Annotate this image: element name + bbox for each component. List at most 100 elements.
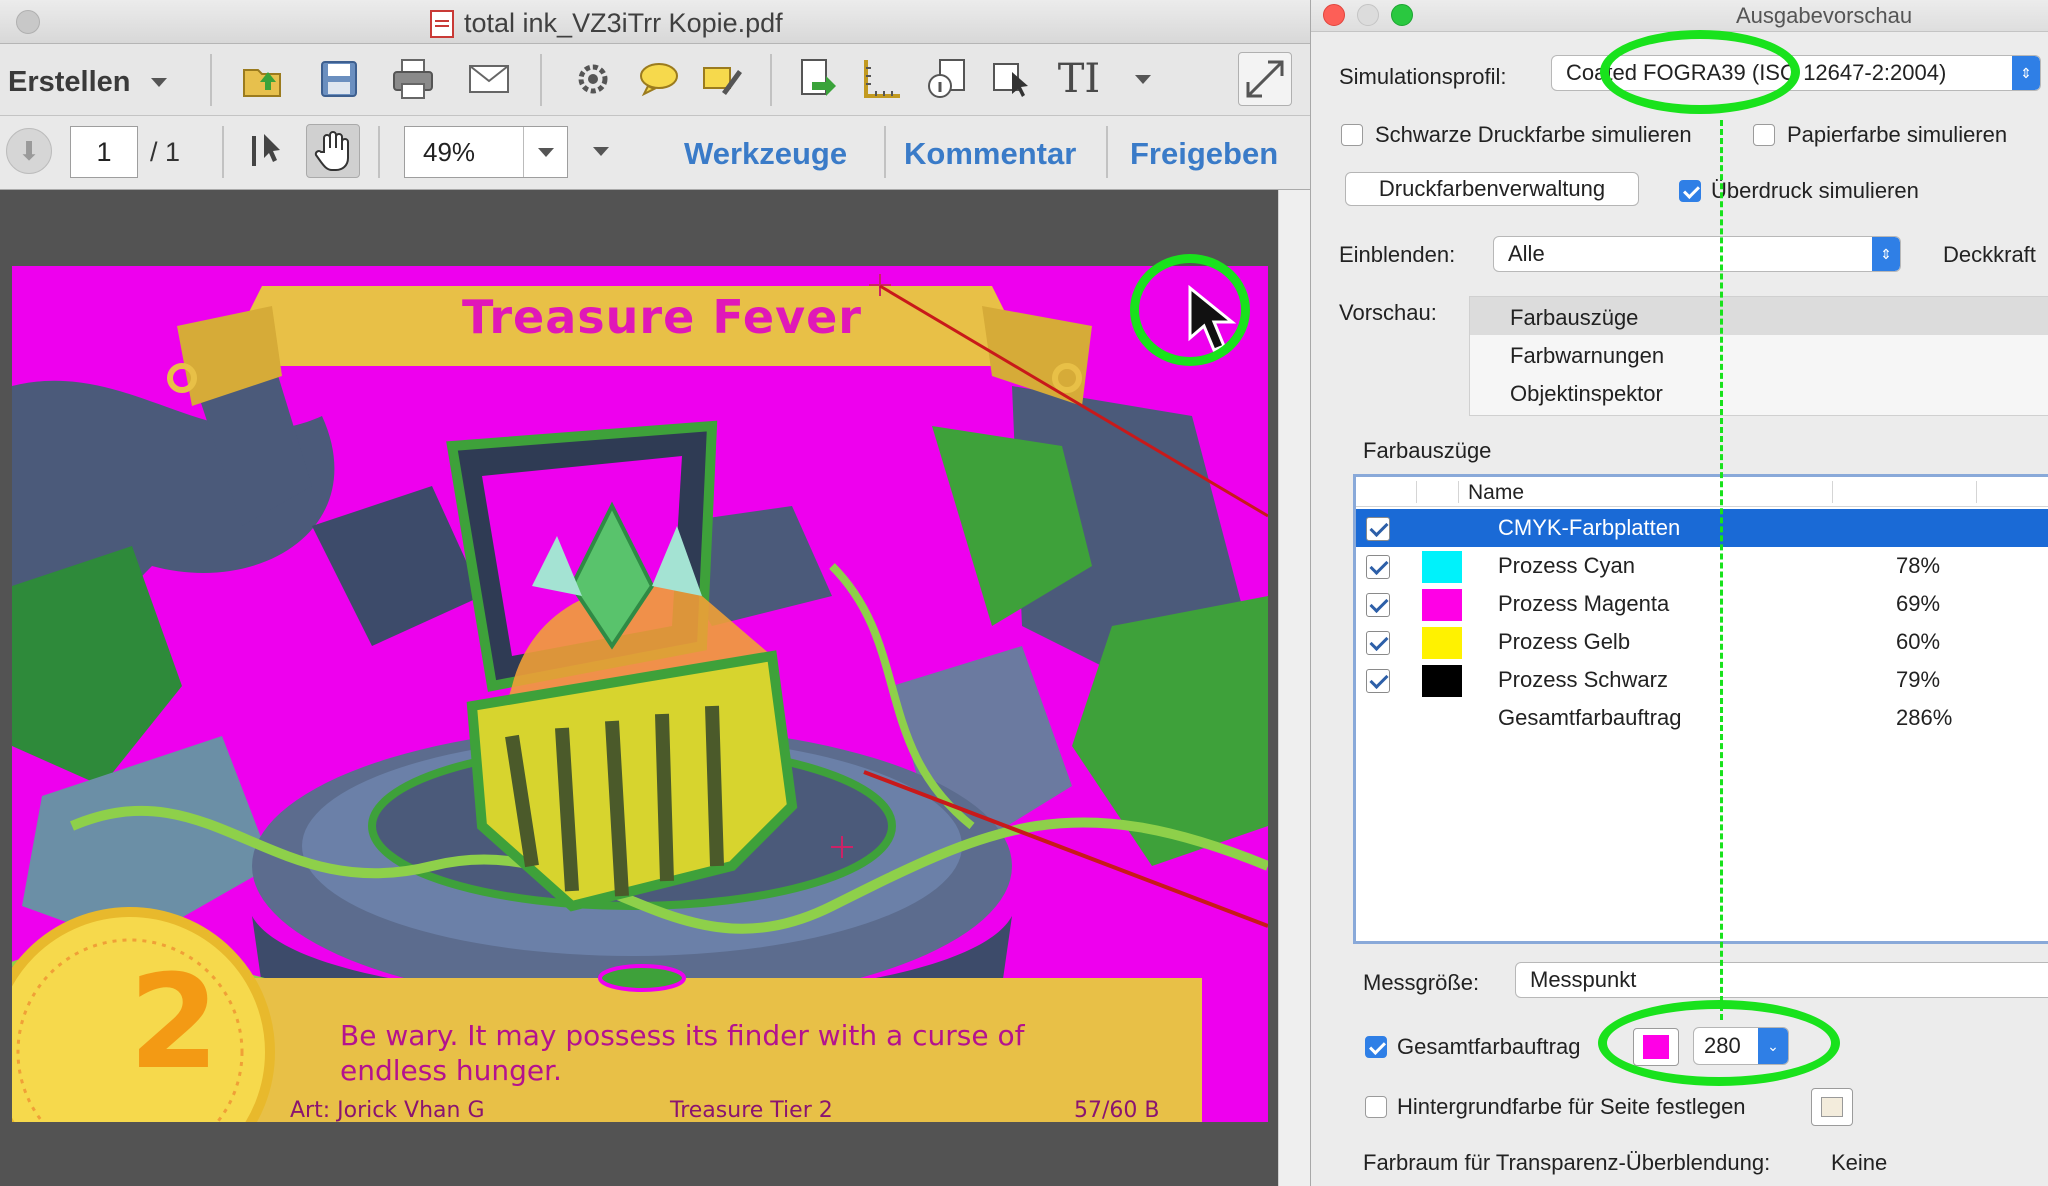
measure-icon[interactable] [854, 52, 908, 106]
vertical-scrollbar[interactable] [1278, 190, 1310, 1186]
row-checkbox[interactable] [1366, 555, 1390, 579]
column-divider [1458, 481, 1459, 503]
document-title-text: total ink_VZ3iTrr Kopie.pdf [464, 8, 783, 38]
select-icon[interactable] [986, 52, 1040, 106]
table-row[interactable]: CMYK-Farbplatten [1356, 509, 2048, 547]
toolbar-divider [222, 126, 224, 178]
text-tool-icon[interactable]: TI [1052, 52, 1106, 106]
main-toolbar: Erstellen TI [0, 44, 1310, 116]
simulate-black-label: Schwarze Druckfarbe simulieren [1375, 122, 1692, 147]
separation-name: Prozess Cyan [1498, 553, 1635, 578]
comment-panel-button[interactable]: Kommentar [904, 136, 1076, 172]
open-icon[interactable] [236, 52, 290, 106]
separation-percent: 60% [1896, 629, 1941, 654]
row-checkbox[interactable] [1366, 517, 1390, 541]
background-color-button[interactable] [1811, 1088, 1853, 1126]
card-number: 57/60 B [1074, 1098, 1160, 1122]
card-tier: Treasure Tier 2 [670, 1098, 833, 1122]
preview-item-warnings[interactable]: Farbwarnungen [1510, 343, 1664, 369]
toolbar-divider [378, 126, 380, 178]
row-checkbox[interactable] [1366, 631, 1390, 655]
preview-mode-list[interactable]: Farbauszüge Farbwarnungen Objektinspekto… [1469, 296, 2048, 416]
preview-title-bar: Ausgabevorschau [1311, 0, 2048, 32]
flavor-text: Be wary. It may possess its finder with … [340, 1019, 1025, 1087]
background-color-checkbox[interactable] [1365, 1096, 1387, 1118]
color-swatch [1422, 627, 1462, 659]
chevron-down-icon [150, 78, 167, 87]
separation-name: Prozess Gelb [1498, 629, 1631, 654]
zoom-button[interactable] [1391, 4, 1413, 26]
zoom-value: 49% [423, 136, 476, 167]
annotation-circle-profile [1600, 30, 1800, 114]
highlight-icon[interactable] [696, 52, 750, 106]
toolbar-divider [770, 54, 772, 106]
comment-icon[interactable] [632, 52, 686, 106]
simulate-paper-label: Papierfarbe simulieren [1787, 122, 2008, 147]
separation-name: Gesamtfarbauftrag [1498, 705, 1682, 730]
fullscreen-icon[interactable] [1238, 52, 1292, 106]
annotation-circle-card [1130, 254, 1250, 366]
separation-name: Prozess Magenta [1498, 591, 1670, 616]
settings-icon[interactable] [566, 52, 620, 106]
name-column-header[interactable]: Name [1468, 481, 1524, 505]
more-icon[interactable] [1116, 52, 1170, 106]
print-icon[interactable] [386, 52, 440, 106]
more-icon[interactable] [574, 124, 628, 178]
updown-icon: ⇕ [2012, 56, 2040, 90]
preview-item-separations[interactable]: Farbauszüge [1510, 305, 1638, 331]
save-icon[interactable] [312, 52, 366, 106]
table-row[interactable]: Prozess Gelb 60% [1356, 623, 2048, 661]
preview-window-title: Ausgabevorschau [1736, 3, 1913, 28]
zoom-select[interactable]: 49% [404, 126, 568, 178]
updown-icon: ⇕ [1872, 237, 1900, 271]
total-coverage-checkbox[interactable] [1365, 1036, 1387, 1058]
column-divider [1976, 481, 1977, 503]
export-icon[interactable] [790, 52, 844, 106]
simulate-overprint-checkbox[interactable] [1679, 180, 1701, 202]
ink-manager-button[interactable]: Druckfarbenverwaltung [1345, 172, 1639, 206]
annotation-dashed-line [1720, 120, 1723, 1020]
simulate-black-checkbox[interactable] [1341, 124, 1363, 146]
tools-panel-button[interactable]: Werkzeuge [684, 136, 847, 172]
chevron-down-icon[interactable] [523, 127, 567, 177]
separations-table[interactable]: Name CMYK-Farbplatten Prozess Cyan 78% P… [1353, 474, 2048, 944]
column-divider [1832, 481, 1833, 503]
table-row[interactable]: Prozess Schwarz 79% [1356, 661, 2048, 699]
table-row[interactable]: Prozess Cyan 78% [1356, 547, 2048, 585]
card-artist: Art: Jorick Vhan G [290, 1098, 485, 1122]
create-menu-button[interactable]: Erstellen [8, 66, 167, 99]
separation-percent: 69% [1896, 591, 1941, 616]
column-divider [1416, 481, 1417, 503]
color-swatch [1422, 589, 1462, 621]
row-checkbox[interactable] [1366, 669, 1390, 693]
sample-size-value: Messpunkt [1530, 967, 1637, 992]
separation-percent: 79% [1896, 667, 1941, 692]
separations-label: Farbauszüge [1363, 438, 1492, 463]
color-swatch [1422, 551, 1462, 583]
info-icon[interactable] [920, 52, 974, 106]
row-checkbox[interactable] [1366, 593, 1390, 617]
show-select[interactable]: Alle ⇕ [1493, 236, 1901, 272]
close-button[interactable] [1323, 4, 1345, 26]
card-artwork[interactable]: Treasure Fever 2 Be wary. It may possess… [12, 266, 1268, 1122]
window-close-button[interactable] [16, 10, 40, 34]
table-row[interactable]: Prozess Magenta 69% [1356, 585, 2048, 623]
toolbar-divider [884, 126, 886, 178]
preview-item-object-inspector[interactable]: Objektinspektor [1510, 381, 1663, 407]
separation-percent: 78% [1896, 553, 1941, 578]
page-number-input[interactable]: 1 [70, 126, 138, 178]
hand-tool-icon[interactable] [306, 124, 360, 178]
email-icon[interactable] [462, 52, 516, 106]
simulate-paper-checkbox[interactable] [1753, 124, 1775, 146]
annotation-circle-coverage [1598, 1000, 1840, 1086]
show-label: Einblenden: [1339, 242, 1456, 267]
select-cursor-icon[interactable] [242, 124, 296, 178]
share-panel-button[interactable]: Freigeben [1130, 136, 1278, 172]
create-label: Erstellen [8, 66, 131, 98]
page-total: / 1 [150, 137, 181, 167]
card-title: Treasure Fever [462, 290, 862, 344]
sample-size-select[interactable]: Messpunkt [1515, 962, 2048, 998]
next-page-button[interactable]: ⬇ [6, 128, 52, 174]
table-row[interactable]: Gesamtfarbauftrag 286% [1356, 699, 2048, 737]
minimize-button[interactable] [1357, 4, 1379, 26]
